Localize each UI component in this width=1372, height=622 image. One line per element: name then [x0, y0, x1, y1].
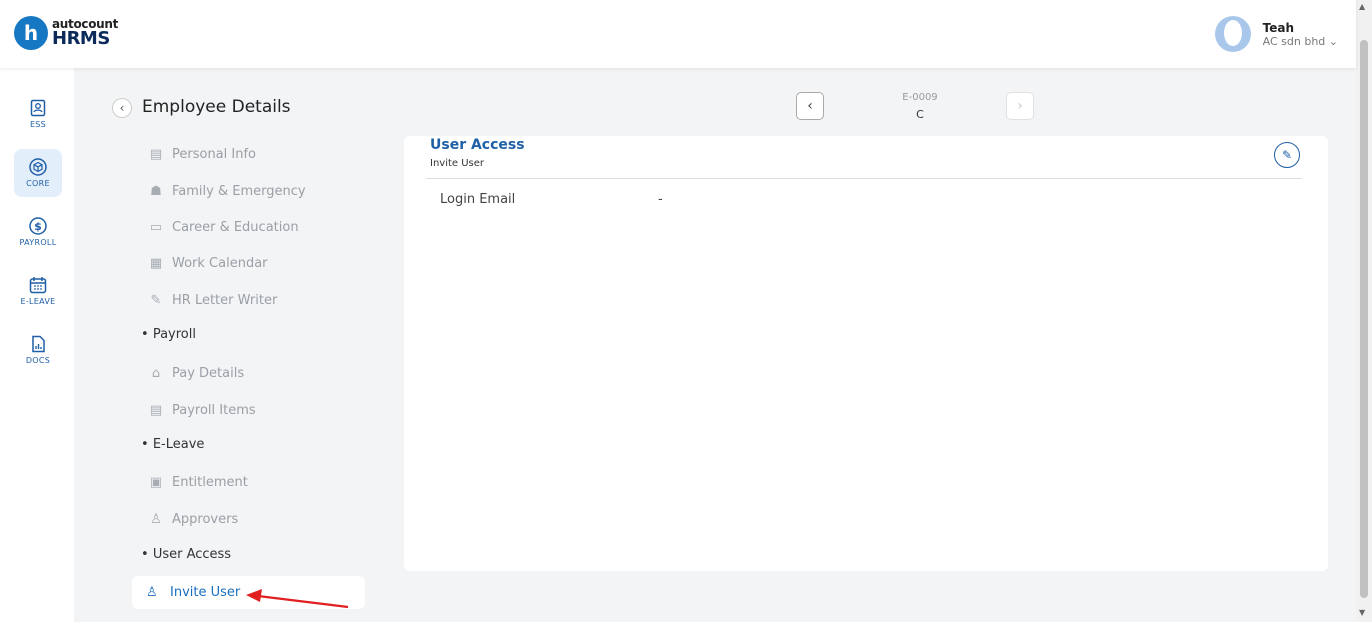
menu-item-family-emergency[interactable]: ☗ Family & Emergency	[148, 181, 306, 201]
rail-item-core[interactable]: CORE	[14, 149, 62, 197]
next-employee-button[interactable]: ›	[1006, 92, 1034, 120]
menu-item-label: HR Letter Writer	[172, 292, 278, 308]
page-title: Employee Details	[142, 97, 291, 117]
ess-icon	[30, 99, 46, 117]
menu-item-career-education[interactable]: ▭ Career & Education	[148, 217, 299, 237]
menu-item-label: Work Calendar	[172, 255, 268, 271]
menu-item-label: Career & Education	[172, 219, 299, 235]
user-check-icon: ♙	[150, 511, 162, 527]
core-cube-icon	[29, 158, 47, 176]
back-button[interactable]: ‹	[112, 98, 132, 118]
menu-item-label: Approvers	[172, 511, 239, 527]
family-icon: ☗	[150, 183, 162, 199]
bank-icon: ⌂	[151, 365, 161, 381]
rail-label-eleave: E-LEAVE	[20, 297, 56, 306]
edit-button[interactable]: ✎	[1274, 142, 1300, 168]
menu-section-payroll: • Payroll	[141, 327, 196, 342]
menu-item-payroll-items[interactable]: ▤ Payroll Items	[148, 400, 256, 420]
chevron-left-icon: ‹	[119, 101, 125, 115]
previous-employee-button[interactable]: ‹	[796, 92, 824, 120]
menu-item-label: Pay Details	[172, 365, 245, 381]
person-card-icon: ▤	[149, 146, 163, 162]
menu-item-label: Personal Info	[172, 146, 256, 162]
logo-main-text: HRMS	[52, 28, 110, 49]
menu-item-label: Invite User	[170, 585, 241, 600]
scroll-thumb[interactable]	[1360, 40, 1368, 598]
menu-item-hr-letter-writer[interactable]: ✎ HR Letter Writer	[148, 290, 278, 310]
edit-doc-icon: ✎	[150, 292, 162, 308]
pencil-icon: ✎	[1281, 148, 1293, 162]
login-email-value: -	[658, 192, 663, 207]
rail-item-docs[interactable]: DOCS	[14, 326, 62, 374]
rail-label-core: CORE	[26, 179, 50, 188]
menu-item-pay-details[interactable]: ⌂ Pay Details	[148, 363, 244, 383]
menu-item-label: Entitlement	[172, 474, 248, 490]
app-logo[interactable]: h autocount HRMS	[14, 16, 118, 50]
employee-code: E-0009	[902, 92, 938, 103]
user-access-card: User Access Invite User ✎ Login Email -	[404, 136, 1328, 571]
user-name: Teah	[1262, 20, 1295, 35]
card-title: User Access	[430, 137, 525, 153]
menu-item-label: Payroll Items	[172, 402, 256, 418]
page-scrollbar[interactable]: ▲ ▼	[1356, 0, 1372, 622]
logo-h-icon: h	[14, 16, 48, 50]
avatar[interactable]	[1214, 16, 1251, 52]
menu-item-work-calendar[interactable]: ▦ Work Calendar	[148, 253, 268, 273]
menu-section-user-access: • User Access	[141, 547, 232, 562]
menu-item-label: Family & Emergency	[172, 183, 306, 199]
menu-section-label: User Access	[152, 547, 232, 562]
calendar-icon: ▦	[149, 255, 163, 271]
menu-item-entitlement[interactable]: ▣ Entitlement	[148, 472, 248, 492]
menu-section-label: E-Leave	[152, 437, 205, 452]
menu-item-personal-info[interactable]: ▤ Personal Info	[148, 144, 256, 164]
annotation-arrow-icon	[246, 589, 349, 609]
chevron-right-icon: ›	[1017, 98, 1023, 114]
briefcase-icon: ▭	[149, 219, 163, 235]
module-rail: ESS CORE $ PAYROLL E-LEAVE DOCS	[0, 68, 74, 622]
scroll-up-icon[interactable]: ▲	[1359, 2, 1365, 11]
menu-section-eleave: • E-Leave	[141, 437, 205, 452]
top-header: h autocount HRMS Teah AC sdn bhd ⌄	[0, 0, 1356, 68]
rail-label-ess: ESS	[29, 120, 47, 129]
list-icon: ▤	[149, 402, 163, 418]
card-subtitle: Invite User	[430, 158, 485, 169]
docs-icon	[32, 335, 45, 353]
menu-section-label: Payroll	[152, 327, 196, 342]
login-email-label: Login Email	[440, 192, 516, 207]
user-invite-icon: ♙	[146, 585, 158, 600]
rail-item-payroll[interactable]: $ PAYROLL	[14, 208, 62, 256]
divider	[426, 178, 1302, 179]
scroll-down-icon[interactable]: ▼	[1359, 608, 1365, 617]
menu-item-approvers[interactable]: ♙ Approvers	[148, 509, 238, 529]
company-selector[interactable]: AC sdn bhd ⌄	[1263, 35, 1338, 48]
rail-item-eleave[interactable]: E-LEAVE	[14, 267, 62, 315]
user-menu[interactable]: Teah AC sdn bhd ⌄	[1214, 16, 1338, 52]
rail-item-ess[interactable]: ESS	[14, 90, 62, 138]
calendar-check-icon: ▣	[149, 474, 163, 490]
calendar-icon	[29, 277, 47, 294]
employee-name: C	[916, 108, 924, 121]
chevron-left-icon: ‹	[807, 98, 813, 114]
rail-label-payroll: PAYROLL	[19, 238, 57, 247]
svg-text:$: $	[34, 220, 42, 233]
rail-label-docs: DOCS	[25, 356, 51, 365]
dollar-icon: $	[29, 217, 47, 235]
